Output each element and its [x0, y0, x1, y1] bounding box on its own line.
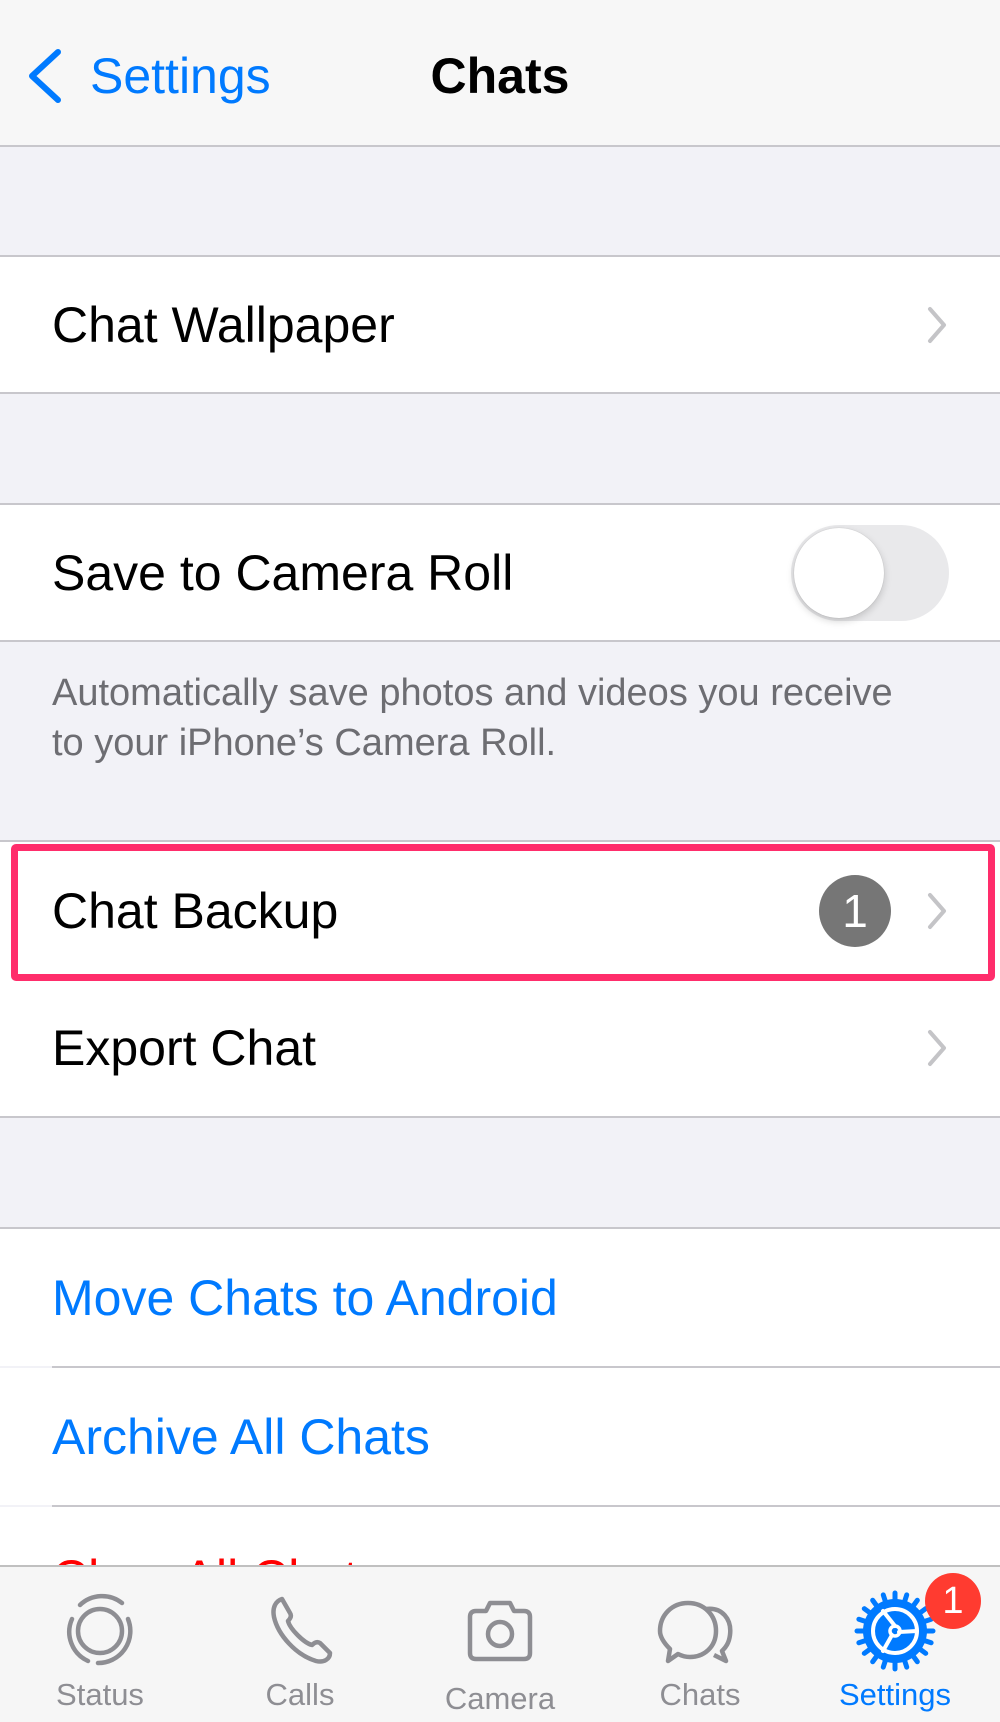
export-chat-row[interactable]: Export Chat	[0, 980, 1000, 1118]
chat-bubbles-icon	[657, 1600, 733, 1664]
camera-icon	[467, 1600, 533, 1662]
chevron-right-icon	[928, 893, 946, 929]
tab-camera[interactable]: Camera	[400, 1567, 600, 1722]
save-to-camera-roll-toggle[interactable]	[791, 524, 949, 621]
toggle-knob	[794, 527, 884, 618]
save-to-camera-roll-label: Save to Camera Roll	[52, 544, 514, 601]
tab-status-label: Status	[56, 1677, 144, 1712]
tab-bar: Status Calls Camera Chats Settings	[0, 1565, 1000, 1722]
tab-chats-label: Chats	[659, 1677, 741, 1712]
chevron-right-icon	[928, 306, 946, 343]
chat-wallpaper-label: Chat Wallpaper	[52, 296, 395, 353]
chevron-left-icon	[29, 49, 61, 103]
chevron-right-icon	[928, 1030, 946, 1066]
export-chat-label: Export Chat	[52, 1020, 317, 1076]
archive-all-chats-label: Archive All Chats	[52, 1408, 430, 1465]
back-button[interactable]: Settings	[26, 46, 271, 106]
settings-notification-badge: 1	[925, 1573, 981, 1629]
move-chats-to-android-label: Move Chats to Android	[52, 1269, 558, 1326]
tab-chats[interactable]: Chats	[600, 1567, 800, 1722]
camera-roll-footer-text: Automatically save photos and videos you…	[52, 672, 893, 764]
archive-all-chats-button[interactable]: Archive All Chats	[0, 1368, 1000, 1507]
tab-camera-label: Camera	[444, 1681, 556, 1716]
save-to-camera-roll-row: Save to Camera Roll	[0, 503, 1000, 642]
tab-status[interactable]: Status	[0, 1567, 200, 1722]
move-chats-to-android-button[interactable]: Move Chats to Android	[0, 1227, 1000, 1368]
chat-backup-label: Chat Backup	[52, 883, 339, 939]
tab-settings-label: Settings	[838, 1677, 951, 1712]
phone-icon	[271, 1596, 333, 1664]
tab-calls-label: Calls	[265, 1677, 335, 1712]
chat-backup-row[interactable]: Chat Backup 1	[0, 840, 1000, 980]
chat-backup-badge: 1	[819, 875, 891, 947]
back-label: Settings	[90, 48, 271, 104]
status-icon	[67, 1593, 133, 1666]
chat-wallpaper-row[interactable]: Chat Wallpaper	[0, 255, 1000, 394]
tab-calls[interactable]: Calls	[200, 1567, 400, 1722]
